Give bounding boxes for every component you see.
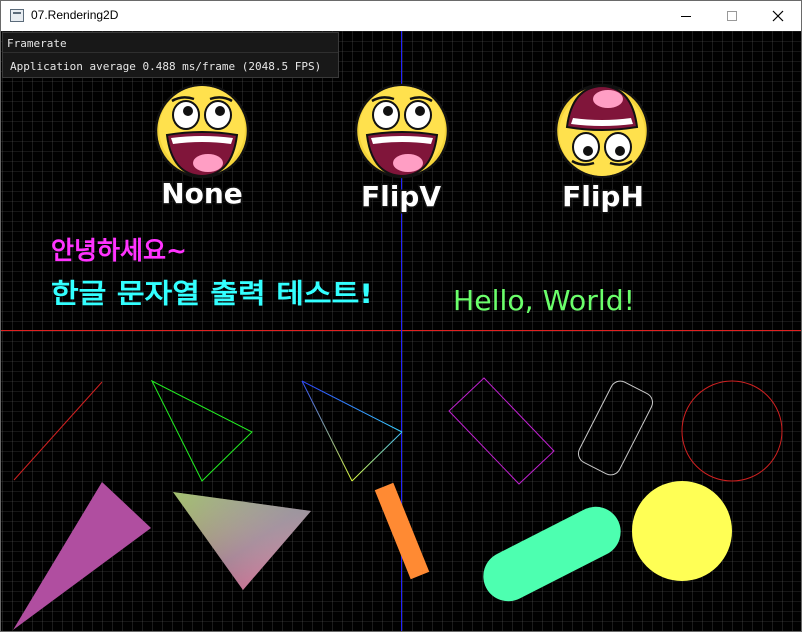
app-window-icon: [10, 9, 24, 22]
title-bar[interactable]: 07.Rendering2D: [1, 1, 801, 31]
minimize-button[interactable]: [663, 1, 709, 31]
korean-test-text: 한글 문자열 출력 테스트!: [51, 279, 373, 310]
sprite-caption-flipv: FlipV: [361, 180, 441, 213]
overlay-title: Framerate: [7, 37, 67, 50]
window-title: 07.Rendering2D: [31, 8, 119, 22]
close-button[interactable]: [755, 1, 801, 31]
framerate-stats-text: Application average 0.488 ms/frame (2048…: [10, 60, 322, 73]
app-window: 07.Rendering2D None None FlipV FlipV Fli…: [0, 0, 802, 632]
sprite-none-icon: [154, 83, 250, 179]
maximize-button[interactable]: [709, 1, 755, 31]
sprite-fliph-icon: [554, 83, 650, 179]
render-viewport[interactable]: None None FlipV FlipV FlipH FlipH 안녕하세요~…: [1, 31, 801, 631]
overlay-divider: [3, 52, 338, 53]
sprite-caption-none: None: [161, 177, 243, 210]
maximize-icon: [727, 11, 737, 21]
render-canvas: None None FlipV FlipV FlipH FlipH 안녕하세요~…: [1, 31, 801, 631]
korean-greeting-text: 안녕하세요~: [51, 236, 187, 265]
sprite-flipv-icon: [354, 83, 450, 179]
framerate-overlay[interactable]: Framerate Application average 0.488 ms/f…: [2, 32, 339, 78]
sprite-caption-fliph: FlipH: [562, 180, 644, 213]
close-icon: [772, 10, 784, 22]
hello-world-text: Hello, World!: [453, 284, 635, 317]
minimize-icon: [681, 16, 691, 17]
filled-yellow-circle: [632, 481, 732, 581]
